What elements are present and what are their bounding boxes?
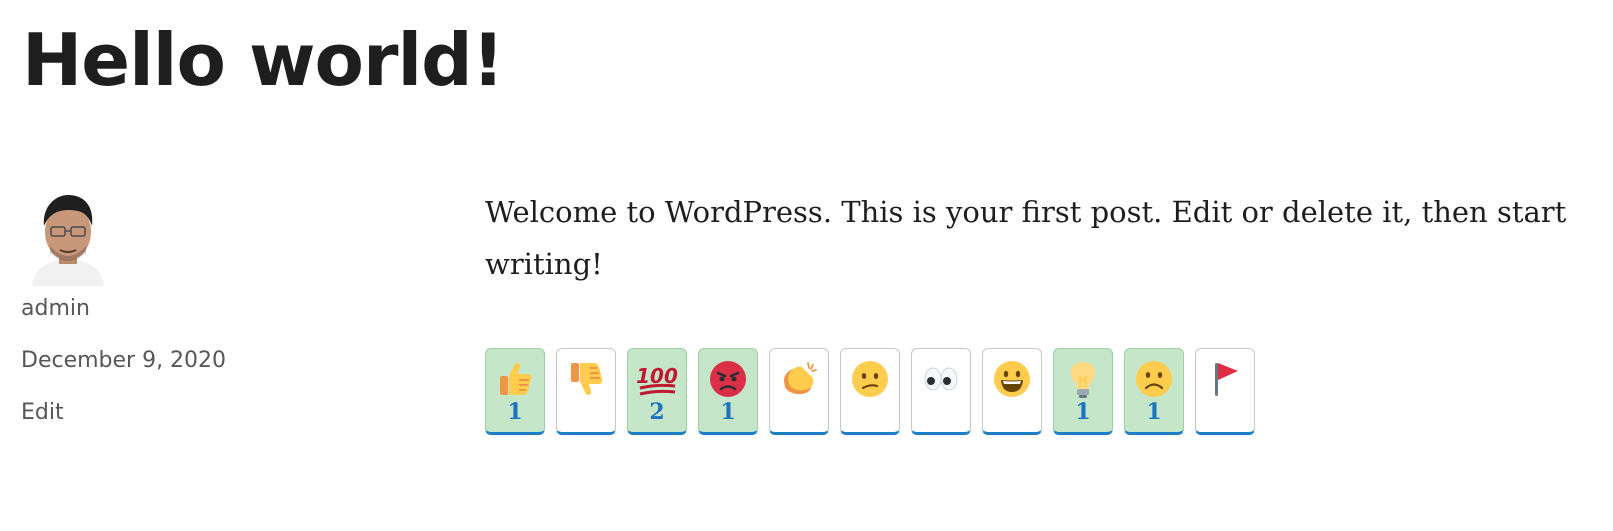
hundred-points-icon: 100	[636, 364, 678, 396]
reaction-hundred-points[interactable]: 100 2	[627, 348, 687, 435]
reaction-count: 2	[649, 399, 665, 425]
confused-face-icon	[852, 361, 888, 397]
edit-link[interactable]: Edit	[21, 398, 64, 428]
reaction-clapping-hands[interactable]	[769, 348, 829, 435]
reaction-thumbs-down[interactable]	[556, 348, 616, 435]
post-date[interactable]: December 9, 2020	[21, 346, 226, 376]
reaction-light-bulb[interactable]: 1	[1053, 348, 1113, 435]
reaction-count: 1	[1075, 399, 1091, 425]
reaction-grinning-face[interactable]	[982, 348, 1042, 435]
avatar-image	[20, 190, 116, 286]
reaction-angry-face[interactable]: 1	[698, 348, 758, 435]
reaction-bar: 1 100 2 1 1 1	[485, 348, 1255, 435]
grinning-face-icon	[994, 361, 1030, 397]
post-content: Welcome to WordPress. This is your first…	[485, 195, 1567, 281]
eyes-icon	[924, 367, 958, 391]
clapping-hands-icon	[784, 362, 817, 395]
reaction-eyes[interactable]	[911, 348, 971, 435]
reaction-flag[interactable]	[1195, 348, 1255, 435]
reaction-count: 1	[507, 399, 523, 425]
reaction-count: 1	[1146, 399, 1162, 425]
thumbs-down-icon	[571, 363, 603, 395]
post-meta: admin December 9, 2020 Edit	[20, 190, 420, 425]
author-avatar[interactable]	[20, 190, 116, 286]
reaction-thumbs-up[interactable]: 1	[485, 348, 545, 435]
angry-face-icon	[710, 361, 746, 397]
frowning-face-icon	[1136, 361, 1172, 397]
light-bulb-icon	[1070, 362, 1096, 398]
post-author[interactable]: admin	[21, 294, 90, 324]
thumbs-up-icon	[500, 363, 532, 395]
reaction-frowning-face[interactable]: 1	[1124, 348, 1184, 435]
flag-icon	[1215, 363, 1238, 396]
post-title: Hello world!	[22, 18, 505, 102]
reaction-count: 1	[720, 399, 736, 425]
reaction-confused-face[interactable]	[840, 348, 900, 435]
